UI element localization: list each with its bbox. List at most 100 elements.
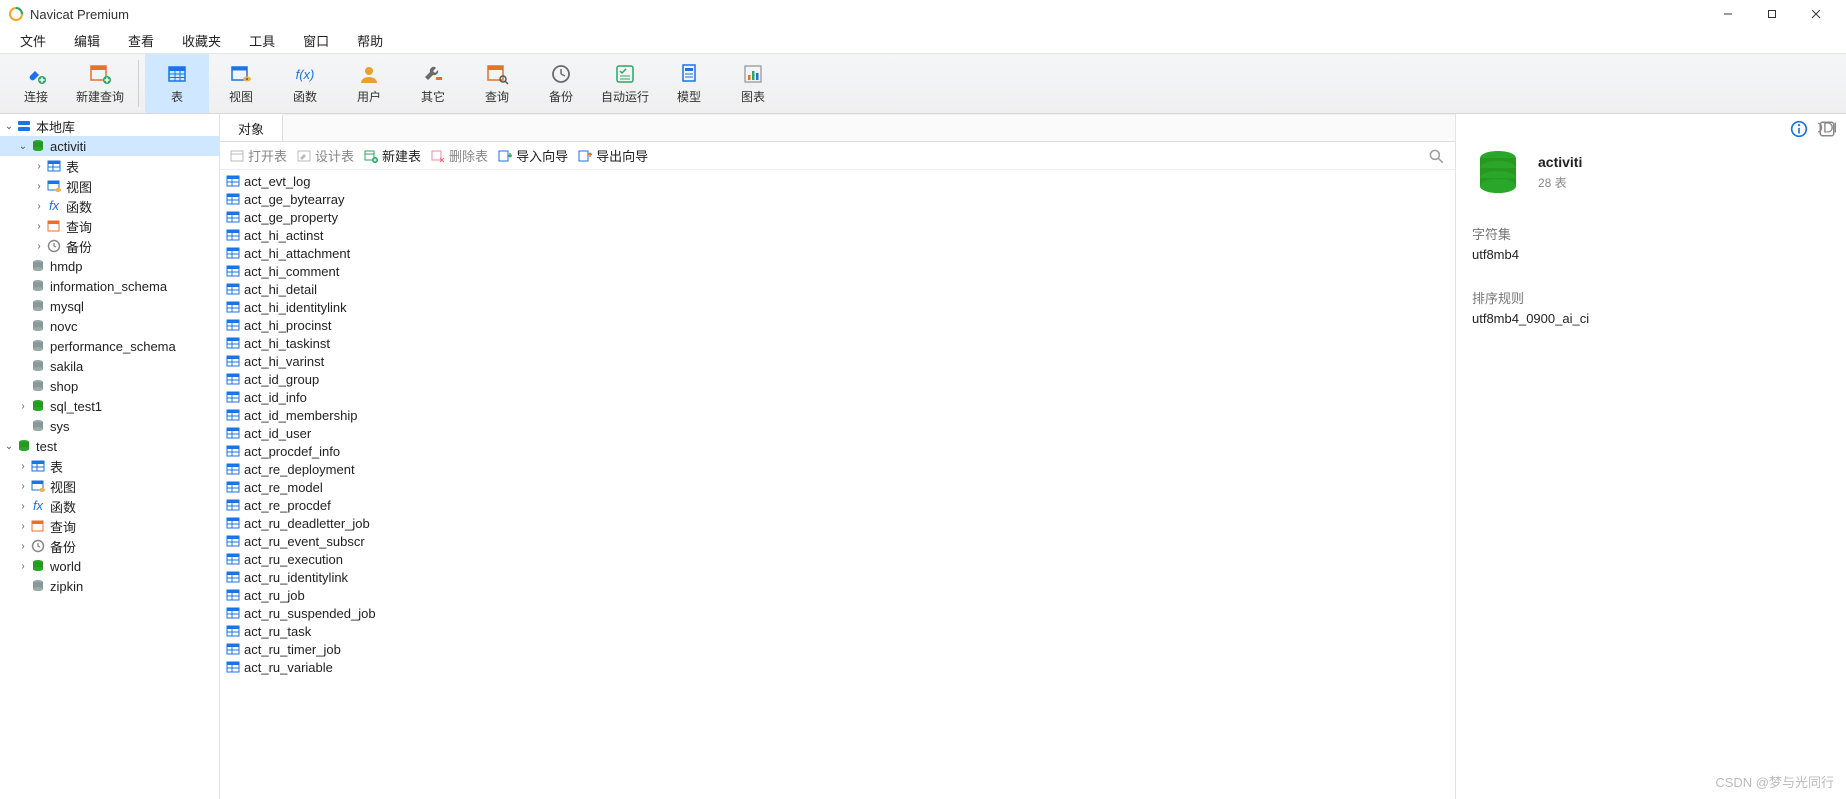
- twisty-icon[interactable]: ⌄: [2, 119, 16, 133]
- toolbar-user-button[interactable]: 用户: [337, 54, 401, 113]
- menu-2[interactable]: 查看: [114, 28, 168, 53]
- connection-tree[interactable]: ⌄本地库⌄activiti›表›视图›fx函数›查询›备份hmdpinforma…: [0, 114, 220, 799]
- twisty-icon[interactable]: ›: [16, 519, 30, 533]
- table-row[interactable]: act_id_user: [220, 424, 1455, 442]
- twisty-icon[interactable]: ›: [32, 219, 46, 233]
- tree-item[interactable]: ›视图: [0, 476, 219, 496]
- new-table-button[interactable]: 新建表: [364, 146, 421, 165]
- delete-table-button[interactable]: 删除表: [431, 146, 488, 165]
- tree-item[interactable]: novc: [0, 316, 219, 336]
- twisty-icon[interactable]: [16, 319, 30, 333]
- table-row[interactable]: act_hi_actinst: [220, 226, 1455, 244]
- menu-1[interactable]: 编辑: [60, 28, 114, 53]
- menu-0[interactable]: 文件: [6, 28, 60, 53]
- twisty-icon[interactable]: ›: [32, 159, 46, 173]
- table-row[interactable]: act_ru_execution: [220, 550, 1455, 568]
- table-row[interactable]: act_ru_task: [220, 622, 1455, 640]
- twisty-icon[interactable]: ›: [16, 459, 30, 473]
- menu-3[interactable]: 收藏夹: [168, 28, 235, 53]
- twisty-icon[interactable]: ›: [32, 199, 46, 213]
- table-row[interactable]: act_ru_deadletter_job: [220, 514, 1455, 532]
- tree-item[interactable]: ›sql_test1: [0, 396, 219, 416]
- twisty-icon[interactable]: [16, 259, 30, 273]
- table-row[interactable]: act_hi_attachment: [220, 244, 1455, 262]
- table-list[interactable]: act_evt_logact_ge_bytearrayact_ge_proper…: [220, 170, 1455, 799]
- menu-5[interactable]: 窗口: [289, 28, 343, 53]
- toolbar-function-button[interactable]: f(x)函数: [273, 54, 337, 113]
- twisty-icon[interactable]: ›: [32, 179, 46, 193]
- toolbar-connect-button[interactable]: 连接: [4, 54, 68, 113]
- twisty-icon[interactable]: [16, 279, 30, 293]
- menu-6[interactable]: 帮助: [343, 28, 397, 53]
- twisty-icon[interactable]: ›: [16, 479, 30, 493]
- twisty-icon[interactable]: [16, 359, 30, 373]
- tree-item[interactable]: ›world: [0, 556, 219, 576]
- minimize-button[interactable]: [1706, 0, 1750, 28]
- toolbar-backup-button[interactable]: 备份: [529, 54, 593, 113]
- table-row[interactable]: act_ru_identitylink: [220, 568, 1455, 586]
- table-row[interactable]: act_ru_variable: [220, 658, 1455, 676]
- tree-item[interactable]: sakila: [0, 356, 219, 376]
- tree-item[interactable]: ›备份: [0, 236, 219, 256]
- tab-objects[interactable]: 对象: [220, 114, 283, 141]
- table-row[interactable]: act_ru_job: [220, 586, 1455, 604]
- tree-item[interactable]: hmdp: [0, 256, 219, 276]
- table-row[interactable]: act_evt_log: [220, 172, 1455, 190]
- toolbar-newquery-button[interactable]: 新建查询: [68, 54, 132, 113]
- tree-item[interactable]: sys: [0, 416, 219, 436]
- toolbar-view-button[interactable]: 视图: [209, 54, 273, 113]
- menu-4[interactable]: 工具: [235, 28, 289, 53]
- tree-item[interactable]: ›查询: [0, 516, 219, 536]
- table-row[interactable]: act_hi_identitylink: [220, 298, 1455, 316]
- tree-item[interactable]: performance_schema: [0, 336, 219, 356]
- toolbar-chart-button[interactable]: 图表: [721, 54, 785, 113]
- table-row[interactable]: act_re_procdef: [220, 496, 1455, 514]
- twisty-icon[interactable]: [16, 339, 30, 353]
- tree-item[interactable]: ›表: [0, 456, 219, 476]
- table-row[interactable]: act_hi_comment: [220, 262, 1455, 280]
- table-row[interactable]: act_ru_suspended_job: [220, 604, 1455, 622]
- table-row[interactable]: act_hi_procinst: [220, 316, 1455, 334]
- search-button[interactable]: [1427, 147, 1445, 165]
- tree-item[interactable]: ⌄activiti: [0, 136, 219, 156]
- table-row[interactable]: act_id_info: [220, 388, 1455, 406]
- tree-item[interactable]: ›备份: [0, 536, 219, 556]
- table-row[interactable]: act_procdef_info: [220, 442, 1455, 460]
- table-row[interactable]: act_hi_detail: [220, 280, 1455, 298]
- twisty-icon[interactable]: ›: [16, 399, 30, 413]
- tree-item[interactable]: ⌄本地库: [0, 116, 219, 136]
- twisty-icon[interactable]: [16, 299, 30, 313]
- toolbar-table-button[interactable]: 表: [145, 54, 209, 113]
- twisty-icon[interactable]: [16, 379, 30, 393]
- tree-item[interactable]: mysql: [0, 296, 219, 316]
- toolbar-other-button[interactable]: 其它: [401, 54, 465, 113]
- toolbar-autorun-button[interactable]: 自动运行: [593, 54, 657, 113]
- table-row[interactable]: act_ge_bytearray: [220, 190, 1455, 208]
- tree-item[interactable]: ›表: [0, 156, 219, 176]
- design-table-button[interactable]: 设计表: [297, 146, 354, 165]
- import-wizard-button[interactable]: 导入向导: [498, 146, 568, 165]
- table-row[interactable]: act_hi_varinst: [220, 352, 1455, 370]
- tree-item[interactable]: ›fx函数: [0, 496, 219, 516]
- table-row[interactable]: act_ru_timer_job: [220, 640, 1455, 658]
- tree-item[interactable]: shop: [0, 376, 219, 396]
- twisty-icon[interactable]: ›: [16, 499, 30, 513]
- table-row[interactable]: act_id_membership: [220, 406, 1455, 424]
- twisty-icon[interactable]: ›: [16, 559, 30, 573]
- toolbar-query-button[interactable]: 查询: [465, 54, 529, 113]
- open-table-button[interactable]: 打开表: [230, 146, 287, 165]
- table-row[interactable]: act_hi_taskinst: [220, 334, 1455, 352]
- table-row[interactable]: act_ru_event_subscr: [220, 532, 1455, 550]
- tree-item[interactable]: ⌄test: [0, 436, 219, 456]
- table-row[interactable]: act_ge_property: [220, 208, 1455, 226]
- tree-item[interactable]: ›fx函数: [0, 196, 219, 216]
- table-row[interactable]: act_id_group: [220, 370, 1455, 388]
- table-row[interactable]: act_re_model: [220, 478, 1455, 496]
- tree-item[interactable]: information_schema: [0, 276, 219, 296]
- ddl-icon[interactable]: DDL: [1818, 120, 1836, 138]
- tree-item[interactable]: ›视图: [0, 176, 219, 196]
- twisty-icon[interactable]: ⌄: [16, 139, 30, 153]
- twisty-icon[interactable]: ›: [16, 539, 30, 553]
- toolbar-model-button[interactable]: 模型: [657, 54, 721, 113]
- tree-item[interactable]: ›查询: [0, 216, 219, 236]
